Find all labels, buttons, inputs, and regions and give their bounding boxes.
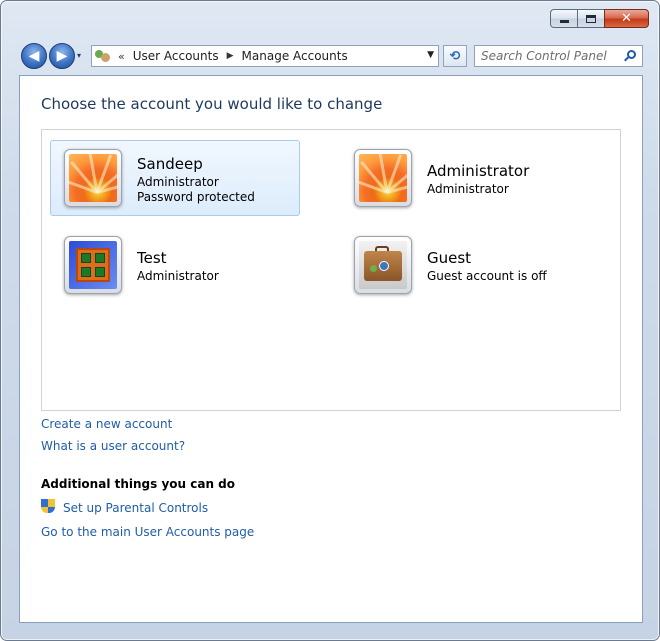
refresh-icon: ⟲ <box>449 48 461 64</box>
account-status: Guest account is off <box>427 269 547 283</box>
account-status: Password protected <box>137 190 255 204</box>
uac-shield-icon <box>41 499 55 515</box>
address-dropdown-icon[interactable]: ▼ <box>427 50 434 60</box>
maximize-button[interactable] <box>577 9 604 28</box>
account-name: Sandeep <box>137 155 203 173</box>
back-arrow-icon: ◀ <box>28 48 40 64</box>
forward-button[interactable]: ▶ <box>49 43 75 69</box>
account-name: Test <box>137 249 167 267</box>
account-tile-administrator[interactable]: Administrator Administrator <box>340 140 590 216</box>
forward-arrow-icon: ▶ <box>56 48 68 64</box>
account-tile-sandeep[interactable]: Sandeep Administrator Password protected <box>50 140 300 216</box>
breadcrumb-separator-icon[interactable]: ▶ <box>227 51 234 61</box>
accounts-panel: Sandeep Administrator Password protected <box>41 129 621 411</box>
breadcrumb-user-accounts[interactable]: User Accounts <box>133 49 219 63</box>
search-input[interactable] <box>481 49 621 63</box>
create-account-link[interactable]: Create a new account <box>41 417 172 431</box>
account-picture-flower-icon <box>64 149 122 207</box>
breadcrumb-overflow[interactable]: « <box>118 50 125 63</box>
refresh-button[interactable]: ⟲ <box>443 45 467 67</box>
account-picture-suitcase-icon <box>354 236 412 294</box>
main-user-accounts-link[interactable]: Go to the main User Accounts page <box>41 525 254 539</box>
account-picture-flower-icon <box>354 149 412 207</box>
account-type: Administrator <box>137 269 219 283</box>
close-icon: ✕ <box>621 11 632 26</box>
account-tile-guest[interactable]: Guest Guest account is off <box>340 227 590 303</box>
account-tile-test[interactable]: Test Administrator <box>50 227 300 303</box>
address-bar[interactable]: « User Accounts ▶ Manage Accounts ▼ <box>91 45 439 67</box>
breadcrumb-manage-accounts[interactable]: Manage Accounts <box>242 49 348 63</box>
back-button[interactable]: ◀ <box>21 43 47 69</box>
recent-pages-button[interactable]: ▾ <box>77 51 87 61</box>
maximize-icon <box>586 14 596 23</box>
page-title: Choose the account you would like to cha… <box>41 95 383 113</box>
account-name: Administrator <box>427 162 530 180</box>
what-is-user-account-link[interactable]: What is a user account? <box>41 439 185 453</box>
additional-heading: Additional things you can do <box>41 477 236 491</box>
close-button[interactable]: ✕ <box>604 9 649 28</box>
caption-buttons: ✕ <box>550 9 649 28</box>
account-picture-chess-icon <box>64 236 122 294</box>
account-name: Guest <box>427 249 472 267</box>
content-area: Choose the account you would like to cha… <box>19 75 643 623</box>
user-accounts-icon <box>94 47 112 65</box>
search-icon[interactable] <box>624 50 636 62</box>
window-frame: ✕ ◀ ▶ ▾ « User Accounts ▶ Manage Account… <box>0 0 660 641</box>
account-type: Administrator <box>137 175 219 189</box>
search-box[interactable] <box>474 45 643 67</box>
minimize-button[interactable] <box>550 9 577 28</box>
navigation-bar: ◀ ▶ ▾ « User Accounts ▶ Manage Accounts … <box>19 43 643 69</box>
minimize-icon <box>559 20 569 23</box>
chevron-down-icon: ▾ <box>77 51 82 60</box>
parental-controls-link[interactable]: Set up Parental Controls <box>63 501 208 515</box>
account-type: Administrator <box>427 182 509 196</box>
